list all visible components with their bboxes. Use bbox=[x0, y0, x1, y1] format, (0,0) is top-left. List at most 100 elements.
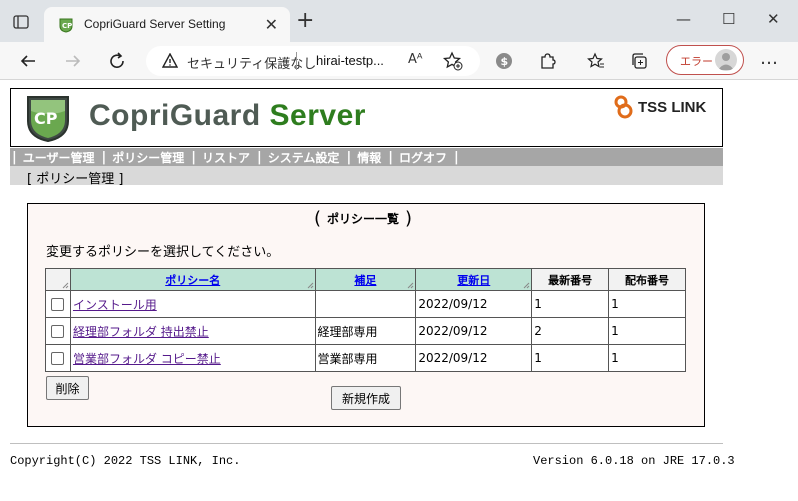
instruction-text: 変更するポリシーを選択してください。 bbox=[46, 245, 280, 260]
svg-text:CP: CP bbox=[34, 109, 58, 128]
favorites-icon[interactable] bbox=[585, 50, 607, 72]
address-bar[interactable]: セキュリティ保護なし hirai-testp... Aᴬ bbox=[146, 46, 480, 76]
main-menu: | ユーザー管理 | ポリシー管理 | リストア | システム設定 | 情報 |… bbox=[10, 148, 723, 166]
distributed-cell: 1 bbox=[608, 317, 686, 345]
updated-cell: 2022/09/12 bbox=[415, 317, 533, 345]
version-text: Version 6.0.18 on JRE 17.0.3 bbox=[533, 454, 735, 468]
tab-title: CopriGuard Server Setting bbox=[84, 17, 226, 31]
profile-error-button[interactable]: エラー bbox=[666, 45, 744, 75]
row-checkbox[interactable] bbox=[51, 298, 65, 311]
row-checkbox[interactable] bbox=[51, 352, 65, 365]
menu-item-logoff[interactable]: ログオフ bbox=[399, 149, 447, 166]
address-separator bbox=[296, 52, 297, 70]
menu-separator: | bbox=[191, 149, 197, 165]
breadcrumb: [ ポリシー管理 ] bbox=[10, 166, 723, 187]
maximize-icon[interactable]: ☐ bbox=[722, 10, 735, 28]
menu-item-restore[interactable]: リストア bbox=[202, 149, 250, 166]
policy-name-link[interactable]: 経理部フォルダ 持出禁止 bbox=[73, 325, 209, 339]
policy-name-link[interactable]: 営業部フォルダ コピー禁止 bbox=[73, 352, 221, 366]
error-label: エラー bbox=[680, 55, 713, 68]
menu-separator: | bbox=[388, 149, 393, 165]
minimize-icon[interactable]: — bbox=[676, 10, 691, 28]
url-text[interactable]: hirai-testp... bbox=[316, 53, 384, 68]
brand-name: CopriGuard bbox=[89, 99, 261, 132]
menu-separator: | bbox=[346, 149, 352, 165]
table-row: 営業部フォルダ コピー禁止 営業部専用 2022/09/12 1 1 bbox=[45, 344, 686, 372]
avatar bbox=[715, 49, 737, 71]
delete-button[interactable]: 削除 bbox=[46, 376, 89, 400]
row-checkbox-cell bbox=[45, 344, 71, 372]
table-row: インストール用 2022/09/12 1 1 bbox=[45, 290, 686, 318]
policy-name-link[interactable]: インストール用 bbox=[73, 298, 157, 312]
brand-product: Server bbox=[269, 99, 366, 132]
latest-cell: 1 bbox=[531, 290, 610, 318]
select-column-header bbox=[45, 268, 71, 291]
close-window-icon[interactable]: ✕ bbox=[767, 10, 780, 28]
browser-tab[interactable]: CP CopriGuard Server Setting ✕ bbox=[44, 7, 290, 42]
sort-policy-name-link[interactable]: ポリシー名 bbox=[165, 274, 220, 287]
read-aloud-icon[interactable]: Aᴬ bbox=[408, 52, 423, 67]
create-new-button[interactable]: 新規作成 bbox=[331, 386, 401, 410]
bracket-right: ) bbox=[405, 207, 413, 229]
policy-name-cell: 経理部フォルダ 持出禁止 bbox=[69, 317, 316, 345]
browser-titlebar: CP CopriGuard Server Setting ✕ + — ☐ ✕ bbox=[0, 0, 798, 42]
updated-cell: 2022/09/12 bbox=[415, 290, 533, 318]
more-options-icon[interactable]: … bbox=[760, 48, 779, 69]
close-tab-icon[interactable]: ✕ bbox=[265, 15, 278, 34]
menu-item-info[interactable]: 情報 bbox=[357, 149, 381, 166]
distributed-cell: 1 bbox=[608, 290, 686, 318]
warning-icon[interactable] bbox=[162, 53, 178, 69]
note-cell: 経理部専用 bbox=[314, 317, 417, 345]
extensions-icon[interactable] bbox=[536, 50, 558, 72]
sort-note-link[interactable]: 補足 bbox=[354, 274, 376, 287]
app-brand-title: CopriGuard Server bbox=[89, 99, 366, 133]
bracket-left: ( bbox=[314, 207, 322, 229]
svg-text:CP: CP bbox=[62, 22, 72, 30]
copriguard-logo-icon: CP bbox=[27, 96, 69, 143]
column-header-policy-name[interactable]: ポリシー名 bbox=[69, 268, 316, 291]
menu-separator: | bbox=[12, 149, 17, 165]
menu-item-policy-management[interactable]: ポリシー管理 bbox=[112, 149, 184, 166]
row-checkbox[interactable] bbox=[51, 325, 65, 338]
column-header-distributed: 配布番号 bbox=[608, 268, 686, 291]
page-content: CP CopriGuard Server TSS LINK | ユーザー管理 |… bbox=[0, 81, 798, 501]
browser-toolbar: セキュリティ保護なし hirai-testp... Aᴬ $ エラー … bbox=[0, 42, 798, 80]
note-cell: 営業部専用 bbox=[314, 344, 417, 372]
latest-cell: 2 bbox=[531, 317, 610, 345]
footer-divider bbox=[10, 443, 723, 444]
menu-separator: | bbox=[453, 149, 459, 165]
refresh-icon[interactable] bbox=[105, 49, 129, 73]
svg-text:$: $ bbox=[501, 55, 509, 68]
menu-item-user-management[interactable]: ユーザー管理 bbox=[23, 149, 95, 166]
column-header-updated[interactable]: 更新日 bbox=[415, 268, 533, 291]
updated-cell: 2022/09/12 bbox=[415, 344, 533, 372]
table-row: 経理部フォルダ 持出禁止 経理部専用 2022/09/12 2 1 bbox=[45, 317, 686, 345]
policy-table: ポリシー名 補足 更新日 最新番号 配布番号 インストール用 2022/09/1… bbox=[45, 268, 686, 372]
add-favorite-icon[interactable] bbox=[442, 50, 464, 72]
panel-title-text: ポリシー一覧 bbox=[327, 211, 400, 226]
distributed-cell: 1 bbox=[608, 344, 686, 372]
collections-icon[interactable] bbox=[628, 50, 650, 72]
column-header-note[interactable]: 補足 bbox=[314, 268, 417, 291]
row-checkbox-cell bbox=[45, 317, 71, 345]
menu-separator: | bbox=[101, 149, 107, 165]
latest-cell: 1 bbox=[531, 344, 610, 372]
row-checkbox-cell bbox=[45, 290, 71, 318]
back-icon[interactable] bbox=[16, 49, 40, 73]
shopping-icon[interactable]: $ bbox=[493, 50, 515, 72]
sort-updated-link[interactable]: 更新日 bbox=[457, 274, 490, 287]
menu-item-system-settings[interactable]: システム設定 bbox=[268, 149, 340, 166]
breadcrumb-text: [ ポリシー管理 ] bbox=[27, 172, 124, 187]
panel-title: ( ポリシー一覧 ) bbox=[314, 207, 412, 229]
tss-link-mark-icon bbox=[614, 95, 633, 119]
column-header-latest: 最新番号 bbox=[531, 268, 610, 291]
tss-link-text: TSS LINK bbox=[638, 98, 707, 116]
forward-icon[interactable] bbox=[61, 49, 85, 73]
table-header-row: ポリシー名 補足 更新日 最新番号 配布番号 bbox=[45, 268, 686, 291]
policy-list-panel: ( ポリシー一覧 ) 変更するポリシーを選択してください。 ポリシー名 補足 更… bbox=[27, 203, 705, 427]
tab-actions-icon[interactable] bbox=[10, 12, 32, 32]
menu-separator: | bbox=[257, 149, 262, 165]
new-tab-icon[interactable]: + bbox=[296, 10, 314, 32]
app-header: CP CopriGuard Server TSS LINK bbox=[10, 88, 723, 147]
policy-name-cell: インストール用 bbox=[69, 290, 316, 318]
